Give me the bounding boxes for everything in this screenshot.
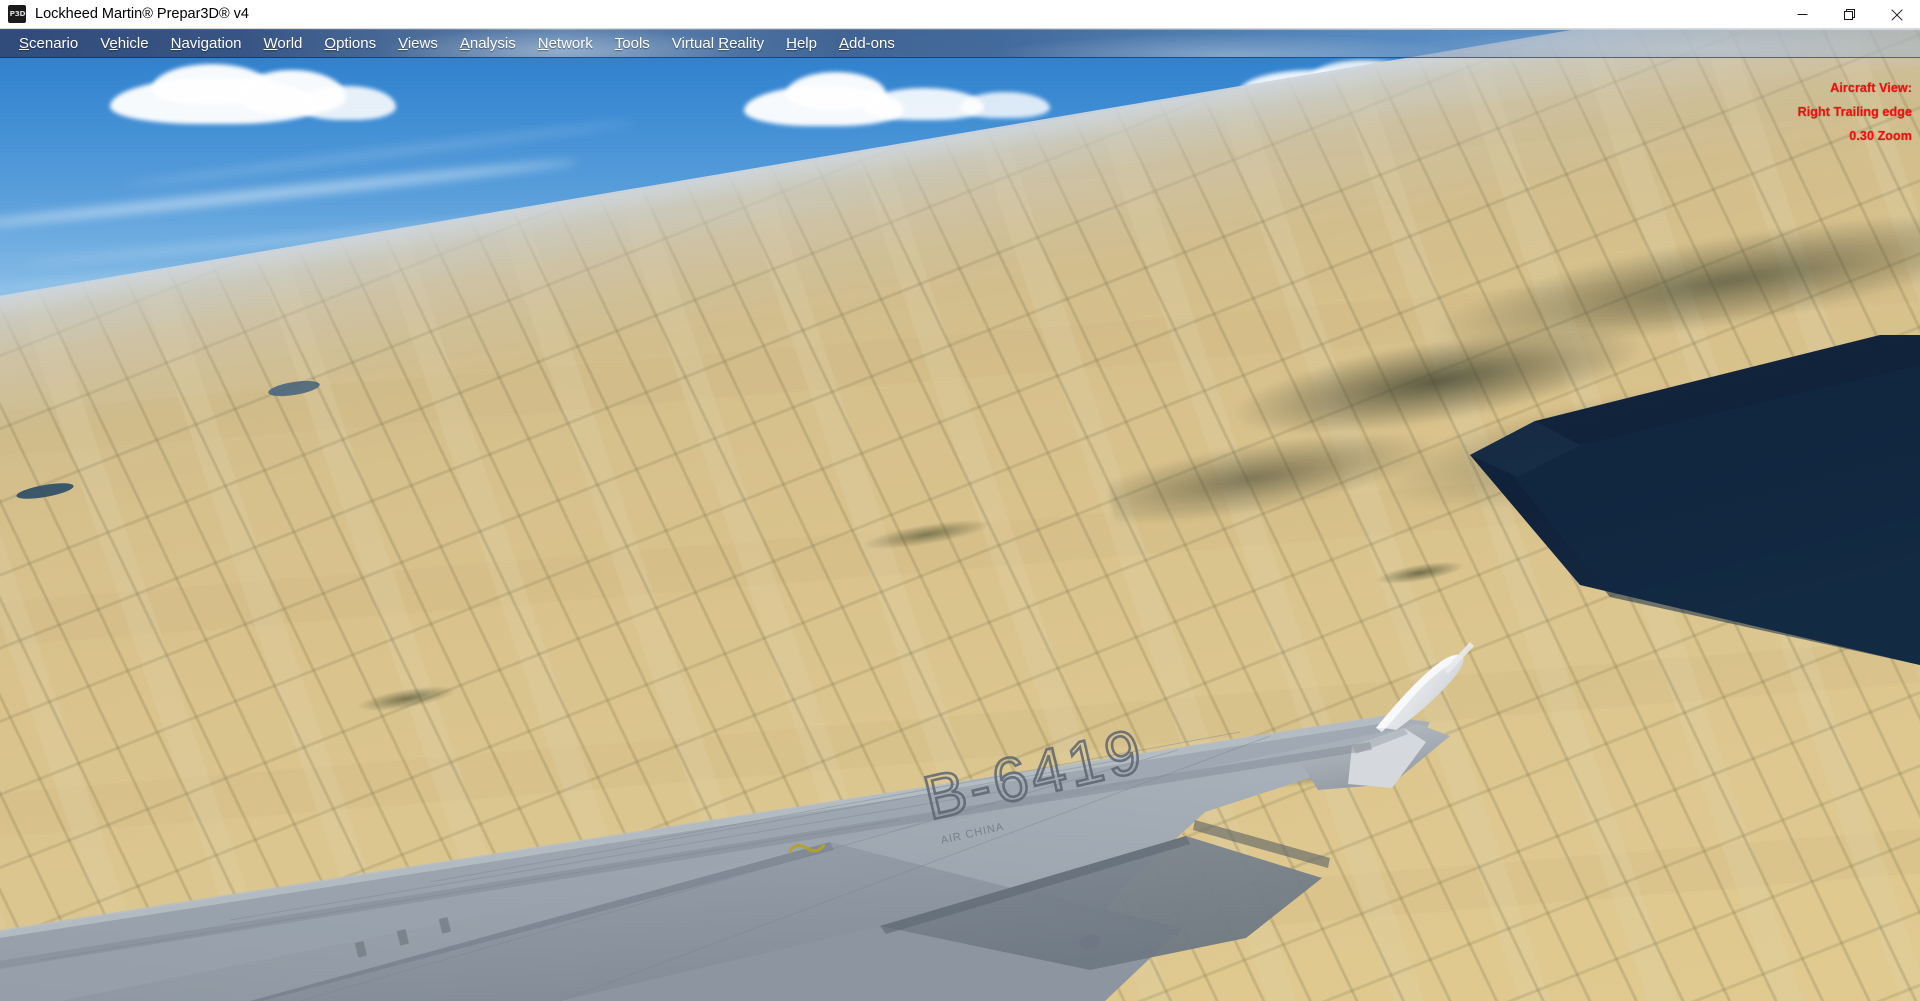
close-button[interactable]	[1873, 0, 1920, 29]
minimize-button[interactable]	[1779, 0, 1826, 29]
menu-item-tools[interactable]: Tools	[604, 29, 661, 57]
menu-item-analysis[interactable]: Analysis	[449, 29, 527, 57]
prepar3d-window: B-6419 AIR CHINA Aircraft View: Right Tr…	[0, 0, 1920, 1001]
menu-accelerator: A	[459, 34, 470, 52]
menu-accelerator: H	[786, 34, 797, 52]
title-bar: P3D Lockheed Martin® Prepar3D® v4	[0, 0, 1920, 29]
menu-accelerator: V	[398, 34, 408, 52]
minimize-icon	[1797, 9, 1808, 20]
field-boundaries	[0, 30, 1920, 1001]
menu-accelerator: e	[109, 34, 118, 52]
menu-item-views[interactable]: Views	[387, 29, 449, 57]
menu-accelerator: R	[718, 34, 730, 52]
menu-item-virtual-reality[interactable]: Virtual Reality	[661, 29, 775, 57]
menu-item-vehicle[interactable]: Vehicle	[89, 29, 159, 57]
menu-item-scenario[interactable]: Scenario	[8, 29, 89, 57]
menu-accelerator: T	[614, 34, 623, 52]
menu-accelerator: N	[537, 34, 549, 52]
menu-accelerator: S	[19, 34, 30, 52]
menu-accelerator: N	[170, 34, 182, 52]
vegetation-patches	[0, 30, 1920, 1001]
p3d-app-icon: P3D	[8, 5, 26, 23]
app-icon-text: P3D	[9, 10, 25, 18]
simulator-viewport[interactable]: B-6419 AIR CHINA Aircraft View: Right Tr…	[0, 30, 1920, 1001]
main-menu-bar[interactable]: Scenario Vehicle Navigation World Options Vie…	[0, 29, 1920, 58]
menu-item-help[interactable]: Help	[775, 29, 828, 57]
field-parcels	[0, 30, 1920, 1001]
window-title: Lockheed Martin® Prepar3D® v4	[35, 5, 249, 22]
window-controls	[1779, 0, 1920, 29]
menu-item-world[interactable]: World	[253, 29, 314, 57]
close-icon	[1890, 8, 1903, 21]
menu-item-network[interactable]: Network	[527, 29, 604, 57]
menu-item-add-ons[interactable]: Add-ons	[828, 29, 906, 57]
maximize-button[interactable]	[1826, 0, 1873, 29]
menu-accelerator: A	[838, 34, 849, 52]
terrain	[0, 30, 1920, 1001]
menu-accelerator: W	[263, 34, 278, 52]
restore-icon	[1844, 9, 1855, 20]
menu-item-options[interactable]: Options	[313, 29, 387, 57]
menu-accelerator: O	[324, 34, 337, 52]
menu-item-navigation[interactable]: Navigation	[160, 29, 253, 57]
terrain-surface	[0, 30, 1920, 1001]
